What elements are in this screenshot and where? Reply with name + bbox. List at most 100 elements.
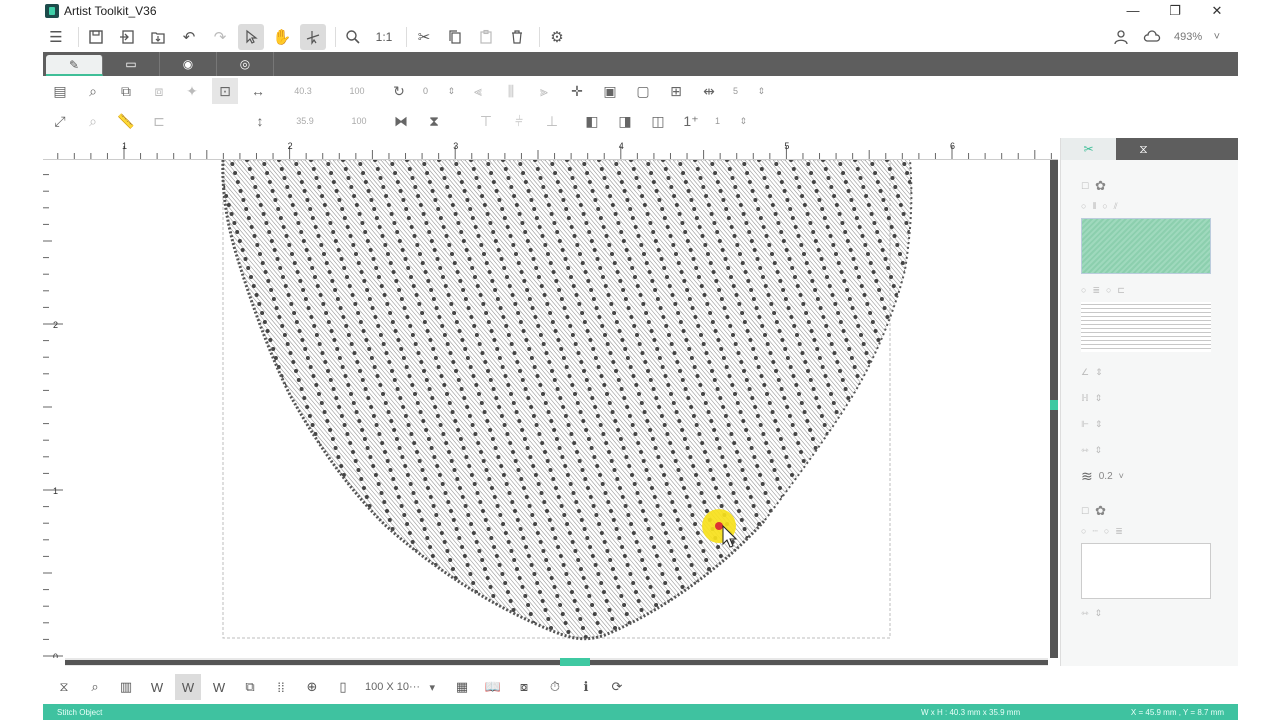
spacing-field-top[interactable]: 5 ⇕: [729, 82, 769, 100]
lock-ratio-icon[interactable]: ⊡: [212, 78, 238, 104]
fill-pattern-swatch[interactable]: [1081, 218, 1211, 274]
cloud-sync-icon[interactable]: [1139, 24, 1165, 50]
tab-thread-list[interactable]: ⧖: [1116, 138, 1171, 160]
edit-points-icon[interactable]: [300, 23, 326, 50]
film-strip-icon[interactable]: ▥: [113, 674, 139, 700]
tab-stitch-edit[interactable]: ✎: [46, 55, 103, 76]
center-to-hoop-icon[interactable]: ✛: [564, 78, 590, 104]
density-value[interactable]: 0.2: [1099, 471, 1113, 482]
arrange-back-icon[interactable]: ▢: [630, 78, 656, 104]
pattern-preview-swatch[interactable]: [1081, 302, 1211, 352]
fill-type-radio-1[interactable]: ○: [1081, 201, 1086, 211]
align-top-icon[interactable]: ⊤: [473, 108, 499, 134]
align-right-icon[interactable]: ⫸: [531, 78, 557, 104]
width-field[interactable]: 40.3: [278, 82, 328, 100]
zoom-level-select[interactable]: 493% ˅: [1170, 26, 1224, 48]
copy-icon[interactable]: [442, 24, 468, 50]
wilcom-view-icon[interactable]: W: [144, 674, 170, 700]
mirror-vertical-icon[interactable]: ⧗: [421, 108, 447, 134]
stitch-length-spinner[interactable]: ⇕: [1095, 445, 1103, 456]
cut-icon[interactable]: ✂: [411, 24, 437, 50]
underlay-spinner[interactable]: ⇕: [1095, 419, 1103, 430]
outline-radio-1[interactable]: ○: [1081, 526, 1086, 536]
maximize-button[interactable]: ❐: [1154, 0, 1196, 21]
align-middle-icon[interactable]: ⫩: [506, 108, 532, 134]
outline-width-spinner[interactable]: ⇕: [1095, 608, 1103, 619]
split-view-icon[interactable]: ◫: [645, 108, 671, 134]
pattern-radio-1[interactable]: ○: [1081, 285, 1086, 295]
copies-field[interactable]: 1 ⇕: [711, 112, 751, 130]
outline-preview-swatch[interactable]: [1081, 543, 1211, 599]
scrollbar-thumb[interactable]: [560, 658, 590, 666]
zoom-selection-icon[interactable]: ⌕: [80, 108, 106, 134]
height-field[interactable]: 35.9: [280, 112, 330, 130]
user-account-icon[interactable]: [1108, 24, 1134, 50]
hoop-size-select[interactable]: 100 X 10··· ▾: [361, 676, 439, 698]
split-object-icon[interactable]: ⊏: [146, 108, 172, 134]
tab-stitch-properties[interactable]: ✂: [1061, 138, 1116, 160]
pan-hand-icon[interactable]: ✋: [269, 24, 295, 50]
pattern-radio-2[interactable]: ○: [1106, 285, 1111, 295]
outline-radio-2[interactable]: ○: [1104, 526, 1109, 536]
background-pattern-icon[interactable]: ▦: [449, 674, 475, 700]
rotation-field[interactable]: 0 ⇕: [419, 82, 459, 100]
info-icon[interactable]: ℹ: [573, 674, 599, 700]
fill-checkbox[interactable]: ☐: [1081, 181, 1089, 192]
ungroup-icon[interactable]: ⧈: [146, 78, 172, 104]
menu-icon[interactable]: ☰: [43, 24, 69, 50]
align-bottom-icon[interactable]: ⊥: [539, 108, 565, 134]
settings-gear-icon[interactable]: ⚙: [544, 24, 570, 50]
horizontal-scrollbar[interactable]: [65, 658, 1048, 666]
select-pointer-icon[interactable]: [238, 23, 264, 50]
stitch-simulator-icon[interactable]: ⌕: [82, 674, 108, 700]
photo-settings-icon[interactable]: ⧇: [511, 674, 537, 700]
paste-icon[interactable]: [473, 24, 499, 50]
group-icon[interactable]: ⧉: [113, 78, 139, 104]
tab-photo[interactable]: ◉: [160, 52, 217, 76]
distribute-horizontal-icon[interactable]: ◧: [579, 108, 605, 134]
measure-ruler-icon[interactable]: 📏: [113, 108, 139, 134]
tab-view[interactable]: ◎: [217, 52, 274, 76]
refresh-icon[interactable]: ⟳: [604, 674, 630, 700]
book-icon[interactable]: 📖: [480, 674, 506, 700]
hoop-icon[interactable]: ▯: [330, 674, 356, 700]
width-percent-field[interactable]: 100: [332, 82, 382, 100]
crosshair-icon[interactable]: ⊕: [299, 674, 325, 700]
layers-icon[interactable]: ⧉: [237, 674, 263, 700]
zoom-icon[interactable]: [340, 24, 366, 50]
object-properties-icon[interactable]: ▤: [47, 78, 73, 104]
minimize-button[interactable]: —: [1112, 0, 1154, 21]
chevron-down-icon[interactable]: ˅: [1119, 471, 1124, 481]
align-left-icon[interactable]: ⫷: [465, 78, 491, 104]
thread-spool-icon[interactable]: ⧖: [51, 674, 77, 700]
tab-text[interactable]: ▭: [103, 52, 160, 76]
fill-type-radio-2[interactable]: ○: [1102, 201, 1107, 211]
undo-icon[interactable]: ↶: [176, 24, 202, 50]
height-percent-field[interactable]: 100: [334, 112, 384, 130]
save-icon[interactable]: [83, 24, 109, 50]
import-icon[interactable]: [114, 24, 140, 50]
grid-dots-icon[interactable]: ⁞⁞: [268, 674, 294, 700]
magic-wand-icon[interactable]: ✦: [179, 78, 205, 104]
outline-checkbox[interactable]: ☐: [1081, 506, 1089, 517]
actual-size-button[interactable]: 1:1: [371, 24, 397, 50]
delete-icon[interactable]: [504, 24, 530, 50]
close-button[interactable]: ✕: [1196, 0, 1238, 21]
compensation-spinner[interactable]: ⇕: [1095, 393, 1103, 404]
design-canvas[interactable]: [65, 160, 1055, 658]
fit-to-screen-icon[interactable]: ⤢: [47, 108, 73, 134]
grid-array-icon[interactable]: ⊞: [663, 78, 689, 104]
mirror-horizontal-icon[interactable]: ⧓: [388, 108, 414, 134]
export-icon[interactable]: [145, 24, 171, 50]
vertical-scrollbar[interactable]: [1050, 160, 1058, 658]
stitch-view-icon[interactable]: W: [175, 674, 201, 700]
angle-spinner[interactable]: ⇕: [1095, 367, 1103, 378]
redo-icon[interactable]: ↷: [207, 24, 233, 50]
scrollbar-thumb[interactable]: [1050, 400, 1058, 410]
arrange-front-icon[interactable]: ▣: [597, 78, 623, 104]
align-center-icon[interactable]: ⫼: [498, 78, 524, 104]
realistic-view-icon[interactable]: W: [206, 674, 232, 700]
zoom-to-object-icon[interactable]: ⌕: [80, 78, 106, 104]
distribute-vertical-icon[interactable]: ◨: [612, 108, 638, 134]
timer-icon[interactable]: ⏱: [542, 674, 568, 700]
